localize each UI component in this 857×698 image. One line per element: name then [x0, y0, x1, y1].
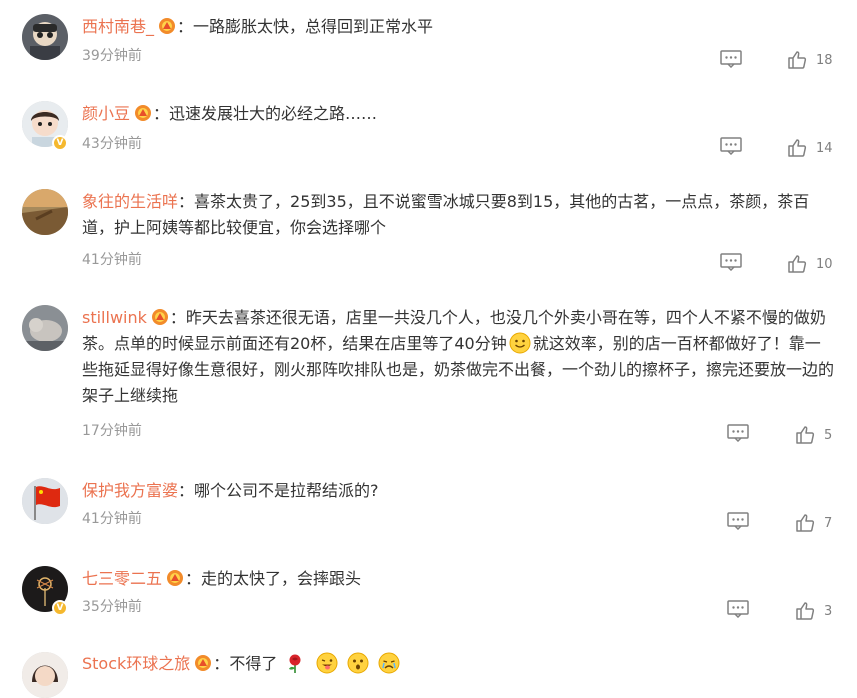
separator: ： [169, 308, 186, 327]
reply-button[interactable] [727, 512, 749, 530]
comment-time: 43分钟前 [82, 136, 142, 152]
like-count: 14 [816, 140, 833, 156]
like-count: 3 [824, 603, 833, 619]
username[interactable]: 象往的生活咩 [82, 192, 178, 211]
thumbs-up-icon [788, 139, 807, 157]
reply-button[interactable] [720, 253, 742, 271]
separator: ： [177, 17, 194, 36]
avatar[interactable] [22, 305, 68, 351]
thumbs-up-icon [796, 602, 815, 620]
comment-icon [720, 253, 742, 271]
username[interactable]: 西村南巷_ [82, 17, 154, 36]
like-count: 7 [824, 515, 833, 531]
username[interactable]: 七三零二五 [82, 569, 162, 588]
separator: ： [178, 481, 195, 500]
thumbs-up-icon [796, 426, 815, 444]
like-count: 5 [824, 427, 833, 443]
like-button[interactable]: 18 [787, 50, 833, 70]
comment-text: 走的太快了，会摔跟头 [201, 569, 362, 588]
username[interactable]: 颜小豆 [82, 104, 130, 123]
avatar[interactable] [22, 652, 68, 698]
comment-icon [727, 600, 749, 618]
verified-badge-icon: V [52, 600, 68, 616]
avatar[interactable] [22, 478, 68, 524]
separator: ： [153, 104, 170, 123]
smile-emoji-icon [509, 332, 531, 354]
crying-emoji-icon [378, 652, 400, 674]
username[interactable]: 保护我方富婆 [82, 481, 178, 500]
fan-medal-icon[interactable] [151, 308, 169, 326]
comment-icon [727, 424, 749, 442]
avatar[interactable] [22, 189, 68, 235]
separator: ： [178, 192, 195, 211]
comment-text: 哪个公司不是拉帮结派的? [194, 481, 379, 500]
reply-button[interactable] [720, 137, 742, 155]
username[interactable]: Stock环球之旅 [82, 654, 190, 673]
verified-badge-icon: V [52, 135, 68, 151]
like-button[interactable]: 7 [795, 513, 832, 533]
reply-button[interactable] [727, 600, 749, 618]
separator: ： [213, 654, 230, 673]
comment-time: 35分钟前 [82, 599, 142, 615]
thumbs-up-icon [796, 514, 815, 532]
like-count: 18 [816, 52, 833, 68]
comment-text: 一路膨胀太快，总得回到正常水平 [193, 17, 434, 36]
like-count: 10 [816, 256, 833, 272]
reply-button[interactable] [727, 424, 749, 442]
fan-medal-icon[interactable] [158, 17, 176, 35]
comment-icon [720, 50, 742, 68]
comment-text: 不得了 [229, 654, 278, 673]
separator: ： [185, 569, 202, 588]
reply-button[interactable] [720, 50, 742, 68]
fan-medal-icon[interactable] [194, 654, 212, 672]
comment-time: 41分钟前 [82, 252, 142, 268]
like-button[interactable]: 14 [787, 138, 833, 158]
surprised-emoji-icon [347, 652, 369, 674]
comment-text: 迅速发展壮大的必经之路…… [169, 104, 378, 123]
comment-time: 39分钟前 [82, 48, 142, 64]
username[interactable]: stillwink [82, 308, 147, 327]
tongue-out-emoji-icon [316, 652, 338, 674]
comment-time: 17分钟前 [82, 423, 142, 439]
avatar[interactable] [22, 14, 68, 60]
like-button[interactable]: 10 [787, 254, 833, 274]
thumbs-up-icon [788, 255, 807, 273]
like-button[interactable]: 3 [795, 601, 832, 621]
fan-medal-icon[interactable] [166, 569, 184, 587]
comment-time: 41分钟前 [82, 511, 142, 527]
rose-emoji-icon [289, 654, 301, 673]
thumbs-up-icon [788, 51, 807, 69]
comment-icon [727, 512, 749, 530]
comment-icon [720, 137, 742, 155]
like-button[interactable]: 5 [795, 425, 832, 445]
fan-medal-icon[interactable] [134, 104, 152, 122]
